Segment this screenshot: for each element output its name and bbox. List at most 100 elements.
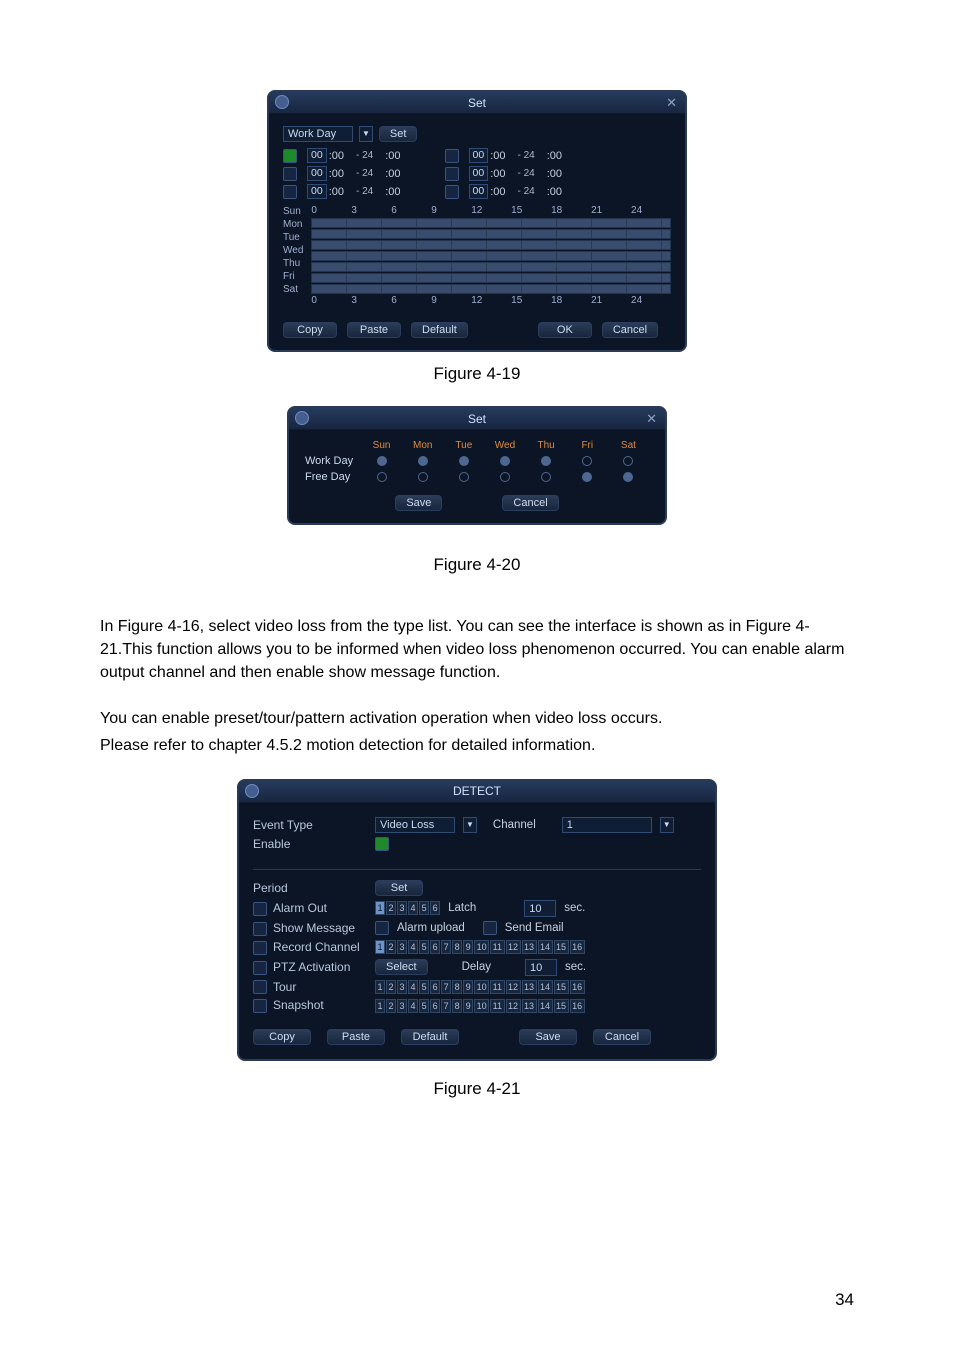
alarm-out-checkbox[interactable] bbox=[253, 902, 267, 916]
channel-number-strip[interactable]: 123456 bbox=[375, 901, 440, 915]
period-checkbox[interactable] bbox=[445, 185, 459, 199]
day-type-radio[interactable] bbox=[459, 456, 469, 466]
channel-label: Channel bbox=[493, 819, 536, 831]
weekday-header: Mon bbox=[402, 440, 443, 451]
day-type-radio[interactable] bbox=[582, 456, 592, 466]
schedule-bar[interactable] bbox=[311, 273, 671, 283]
day-type-radio[interactable] bbox=[500, 456, 510, 466]
body-paragraph: You can enable preset/tour/pattern activ… bbox=[100, 707, 854, 730]
channel-number-strip[interactable]: 12345678910111213141516 bbox=[375, 980, 585, 994]
period-checkbox[interactable] bbox=[283, 167, 297, 181]
weekday-header: Thu bbox=[526, 440, 567, 451]
day-type-radio[interactable] bbox=[459, 472, 469, 482]
show-message-label: Show Message bbox=[253, 921, 365, 936]
schedule-bar[interactable] bbox=[311, 262, 671, 272]
cancel-button[interactable]: Cancel bbox=[502, 495, 558, 511]
day-labels: SunMonTueWedThuFriSat bbox=[283, 205, 303, 308]
day-type-label: Work Day bbox=[305, 455, 361, 467]
period-label: Period bbox=[253, 881, 365, 895]
day-type-radio[interactable] bbox=[541, 456, 551, 466]
figure-caption: Figure 4-20 bbox=[100, 555, 854, 575]
event-type-label: Event Type bbox=[253, 818, 365, 832]
body-paragraph: Please refer to chapter 4.5.2 motion det… bbox=[100, 734, 854, 757]
weekday-header: Fri bbox=[567, 440, 608, 451]
send-email-checkbox[interactable] bbox=[483, 921, 497, 935]
alarm-out-label: Alarm Out bbox=[253, 901, 365, 916]
weekday-header: Sat bbox=[608, 440, 649, 451]
day-type-radio[interactable] bbox=[541, 472, 551, 482]
figure-caption: Figure 4-19 bbox=[100, 364, 854, 384]
weekday-header: Sun bbox=[361, 440, 402, 451]
schedule-bar[interactable] bbox=[311, 251, 671, 261]
cancel-button[interactable]: Cancel bbox=[602, 322, 658, 338]
dialog-title: DETECT bbox=[453, 784, 501, 798]
record-channel-checkbox[interactable] bbox=[253, 941, 267, 955]
period-checkbox[interactable] bbox=[445, 149, 459, 163]
record-channel-label: Record Channel bbox=[253, 940, 365, 955]
channel-number-strip[interactable]: 12345678910111213141516 bbox=[375, 999, 585, 1013]
chevron-down-icon[interactable]: ▼ bbox=[660, 817, 674, 833]
schedule-bar[interactable] bbox=[311, 284, 671, 294]
day-type-radio[interactable] bbox=[623, 472, 633, 482]
figure-caption: Figure 4-21 bbox=[100, 1079, 854, 1099]
ptz-select-button[interactable]: Select bbox=[375, 959, 428, 975]
chevron-down-icon[interactable]: ▼ bbox=[463, 817, 477, 833]
chevron-down-icon[interactable]: ▼ bbox=[359, 126, 373, 142]
app-icon bbox=[245, 784, 259, 798]
enable-checkbox[interactable] bbox=[375, 837, 389, 851]
show-message-checkbox[interactable] bbox=[253, 922, 267, 936]
paste-button[interactable]: Paste bbox=[347, 322, 401, 338]
page-number: 34 bbox=[835, 1290, 854, 1310]
day-type-radio[interactable] bbox=[582, 472, 592, 482]
period-checkbox[interactable] bbox=[283, 185, 297, 199]
dialog-title: Set bbox=[468, 96, 486, 110]
day-type-radio[interactable] bbox=[500, 472, 510, 482]
period-checkbox[interactable] bbox=[283, 149, 297, 163]
tour-label: Tour bbox=[253, 980, 365, 995]
schedule-bar[interactable] bbox=[311, 218, 671, 228]
alarm-upload-checkbox[interactable] bbox=[375, 921, 389, 935]
schedule-bar[interactable] bbox=[311, 240, 671, 250]
body-paragraph: In Figure 4-16, select video loss from t… bbox=[100, 615, 854, 685]
period-set-button[interactable]: Set bbox=[375, 880, 423, 896]
week-set-dialog: Set ✕ SunMonTueWedThuFriSatWork DayFree … bbox=[287, 406, 667, 525]
close-icon[interactable]: ✕ bbox=[646, 412, 657, 425]
event-type-select[interactable]: Video Loss bbox=[375, 817, 455, 833]
snapshot-label: Snapshot bbox=[253, 998, 365, 1013]
time-period-row: 00:00- 24:0000:00- 24:00 bbox=[283, 184, 671, 199]
ptz-activation-checkbox[interactable] bbox=[253, 961, 267, 975]
snapshot-checkbox[interactable] bbox=[253, 999, 267, 1013]
save-button[interactable]: Save bbox=[519, 1029, 577, 1045]
day-type-radio[interactable] bbox=[623, 456, 633, 466]
paste-button[interactable]: Paste bbox=[327, 1029, 385, 1045]
day-type-radio[interactable] bbox=[377, 472, 387, 482]
default-button[interactable]: Default bbox=[411, 322, 468, 338]
channel-select[interactable]: 1 bbox=[562, 817, 652, 833]
set-button[interactable]: Set bbox=[379, 126, 418, 142]
app-icon bbox=[275, 95, 289, 109]
schedule-set-dialog: Set ✕ Work Day ▼ Set 00:00- 24:0000:00- … bbox=[267, 90, 687, 352]
enable-label: Enable bbox=[253, 837, 365, 851]
ptz-activation-label: PTZ Activation bbox=[253, 960, 365, 975]
day-type-radio[interactable] bbox=[418, 456, 428, 466]
copy-button[interactable]: Copy bbox=[283, 322, 337, 338]
ptz-delay-input[interactable]: 10 bbox=[525, 959, 557, 976]
save-button[interactable]: Save bbox=[395, 495, 442, 511]
dialog-title-bar: Set ✕ bbox=[269, 92, 685, 114]
copy-button[interactable]: Copy bbox=[253, 1029, 311, 1045]
schedule-bar[interactable] bbox=[311, 229, 671, 239]
day-type-radio[interactable] bbox=[418, 472, 428, 482]
weekday-header: Wed bbox=[484, 440, 525, 451]
cancel-button[interactable]: Cancel bbox=[593, 1029, 651, 1045]
day-type-select[interactable]: Work Day bbox=[283, 126, 353, 142]
close-icon[interactable]: ✕ bbox=[666, 96, 677, 109]
latch-input[interactable]: 10 bbox=[524, 900, 556, 917]
dialog-title-bar: DETECT bbox=[239, 781, 715, 803]
tour-checkbox[interactable] bbox=[253, 980, 267, 994]
ok-button[interactable]: OK bbox=[538, 322, 592, 338]
day-type-radio[interactable] bbox=[377, 456, 387, 466]
period-checkbox[interactable] bbox=[445, 167, 459, 181]
channel-number-strip[interactable]: 12345678910111213141516 bbox=[375, 940, 585, 954]
default-button[interactable]: Default bbox=[401, 1029, 459, 1045]
detect-dialog: DETECT Event Type Video Loss ▼ Channel 1… bbox=[237, 779, 717, 1061]
